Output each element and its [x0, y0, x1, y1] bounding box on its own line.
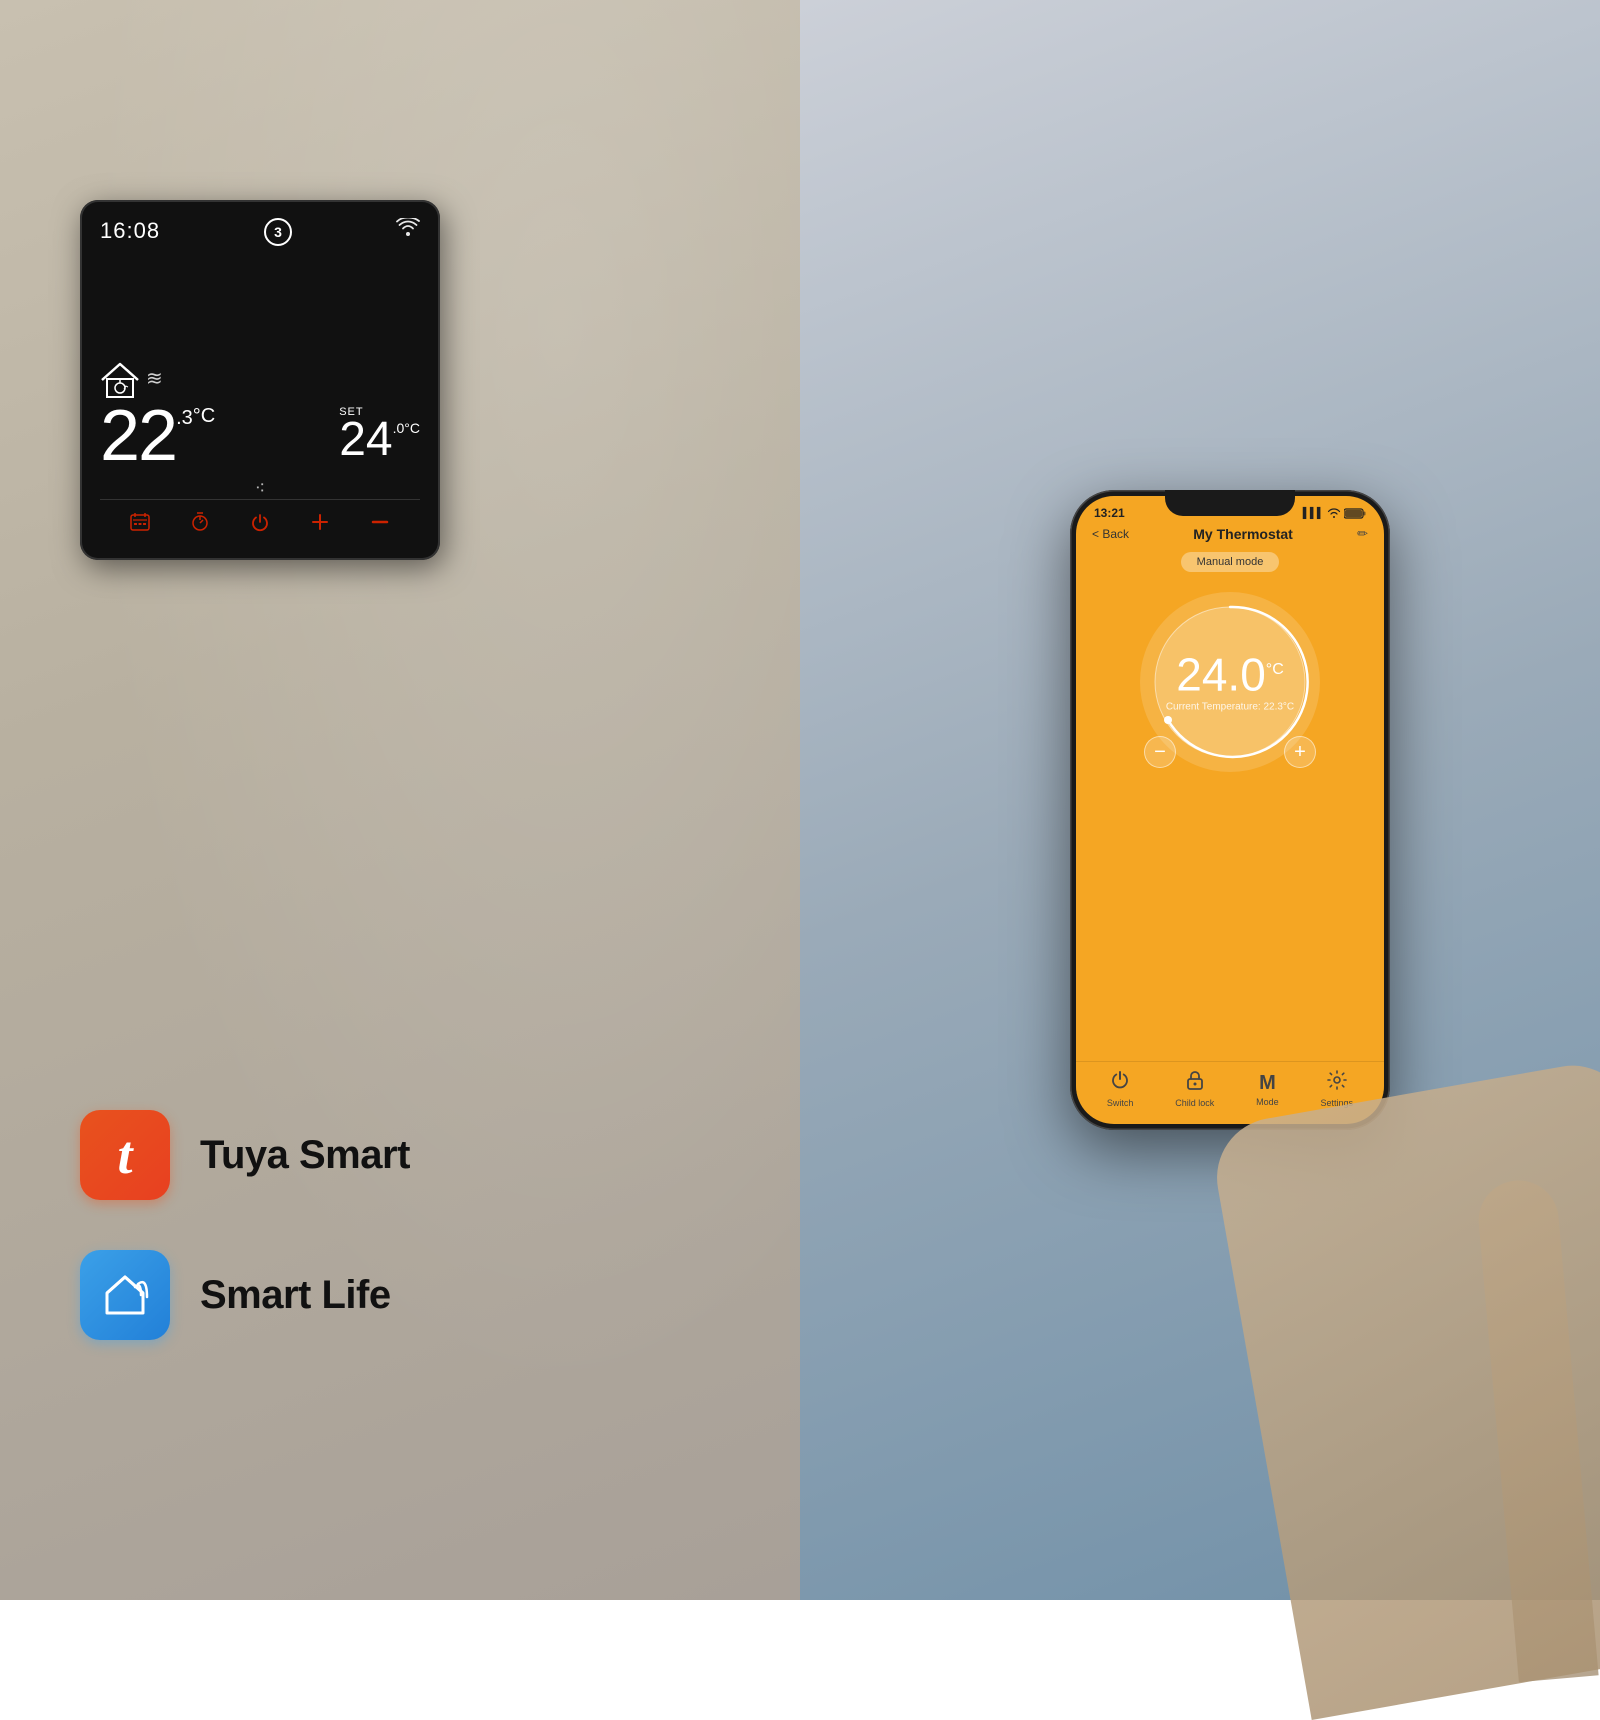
dial-center: 24.0°C Current Temperature: 22.3°C: [1166, 652, 1294, 713]
smart-life-brand-name: Smart Life: [200, 1273, 391, 1318]
smart-life-icon: [97, 1267, 153, 1323]
temperature-minus-button[interactable]: −: [1144, 736, 1176, 768]
tuya-brand-item: t Tuya Smart: [80, 1110, 410, 1200]
battery-icon: [1344, 508, 1366, 519]
smart-life-brand-item: Smart Life: [80, 1250, 410, 1340]
plus-icon[interactable]: [302, 508, 338, 542]
current-temp-display: 22 .3 °C: [100, 400, 215, 472]
thermostat-top-row: 16:08 3: [100, 218, 420, 246]
nav-switch-label: Switch: [1107, 1098, 1134, 1108]
house-icon: [100, 362, 140, 398]
brand-section: t Tuya Smart Smart Life: [80, 1110, 410, 1340]
status-icons: ▌▌▌: [1303, 508, 1366, 519]
heat-waves-icon: ≋: [146, 366, 163, 391]
current-temperature: 22: [100, 400, 176, 472]
back-button[interactable]: < Back: [1092, 527, 1129, 541]
dial-current-temp: Current Temperature: 22.3°C: [1166, 702, 1294, 713]
power-icon[interactable]: [242, 508, 278, 542]
current-temp-block: ≋ 22 .3 °C: [100, 362, 215, 472]
edit-icon[interactable]: ✏: [1357, 526, 1368, 542]
temperature-dial: 24.0°C Current Temperature: 22.3°C − +: [1130, 582, 1330, 782]
child-lock-icon: [1186, 1070, 1204, 1096]
app-title: My Thermostat: [1193, 526, 1293, 542]
phone-screen: 13:21 ▌▌▌ < Back: [1076, 496, 1384, 1124]
nav-mode-label: Mode: [1256, 1097, 1279, 1107]
set-temperature: 24: [339, 416, 392, 464]
nav-child-lock[interactable]: Child lock: [1175, 1070, 1214, 1108]
set-temp-display: 24 .0 °C: [339, 416, 420, 464]
program-number-icon: 3: [264, 218, 292, 246]
nav-mode[interactable]: M Mode: [1256, 1072, 1279, 1107]
thermostat-device: 16:08 3: [80, 200, 440, 560]
switch-power-icon: [1110, 1070, 1130, 1096]
status-time: 13:21: [1094, 506, 1125, 520]
phone-device: 13:21 ▌▌▌ < Back: [1070, 490, 1390, 1130]
smart-life-logo: [80, 1250, 170, 1340]
mode-badge[interactable]: Manual mode: [1181, 552, 1280, 572]
hand-background: [1208, 1056, 1600, 1720]
nav-switch[interactable]: Switch: [1107, 1070, 1134, 1108]
app-header: < Back My Thermostat ✏: [1076, 522, 1384, 548]
touch-indicator: ⁖: [100, 478, 420, 499]
nav-settings[interactable]: Settings: [1321, 1070, 1354, 1108]
right-panel: 13:21 ▌▌▌ < Back: [800, 0, 1600, 1600]
mode-badge-container: Manual mode: [1076, 552, 1384, 572]
house-icon-area: ≋: [100, 362, 163, 398]
thermostat-control-icons[interactable]: [100, 499, 420, 546]
thermostat-time: 16:08: [100, 218, 160, 244]
tuya-logo: t: [80, 1110, 170, 1200]
nav-child-lock-label: Child lock: [1175, 1098, 1214, 1108]
settings-gear-icon: [1327, 1070, 1347, 1096]
set-decimal: .0: [393, 420, 405, 436]
wifi-status-icon: [1327, 508, 1341, 518]
schedule-icon[interactable]: [122, 508, 158, 542]
phone-notch: [1165, 490, 1295, 516]
set-unit: °C: [404, 420, 420, 436]
timer-icon[interactable]: [182, 508, 218, 542]
set-temp-block: SET 24 .0 °C: [339, 406, 420, 464]
tuya-brand-name: Tuya Smart: [200, 1133, 410, 1178]
thermostat-main-area: ≋ 22 .3 °C SET 24 .0 °C: [100, 250, 420, 476]
current-decimal: .3: [176, 408, 193, 428]
minus-icon[interactable]: [362, 508, 398, 542]
current-unit: °C: [193, 406, 215, 426]
left-panel: 16:08 3: [0, 0, 800, 1600]
wifi-icon: [396, 218, 420, 241]
dial-set-temp: 24.0°C: [1166, 652, 1294, 698]
signal-icon: ▌▌▌: [1303, 508, 1324, 519]
thermostat-screen: 16:08 3: [100, 218, 420, 499]
temperature-plus-button[interactable]: +: [1284, 736, 1316, 768]
mode-m-icon: M: [1259, 1072, 1276, 1095]
